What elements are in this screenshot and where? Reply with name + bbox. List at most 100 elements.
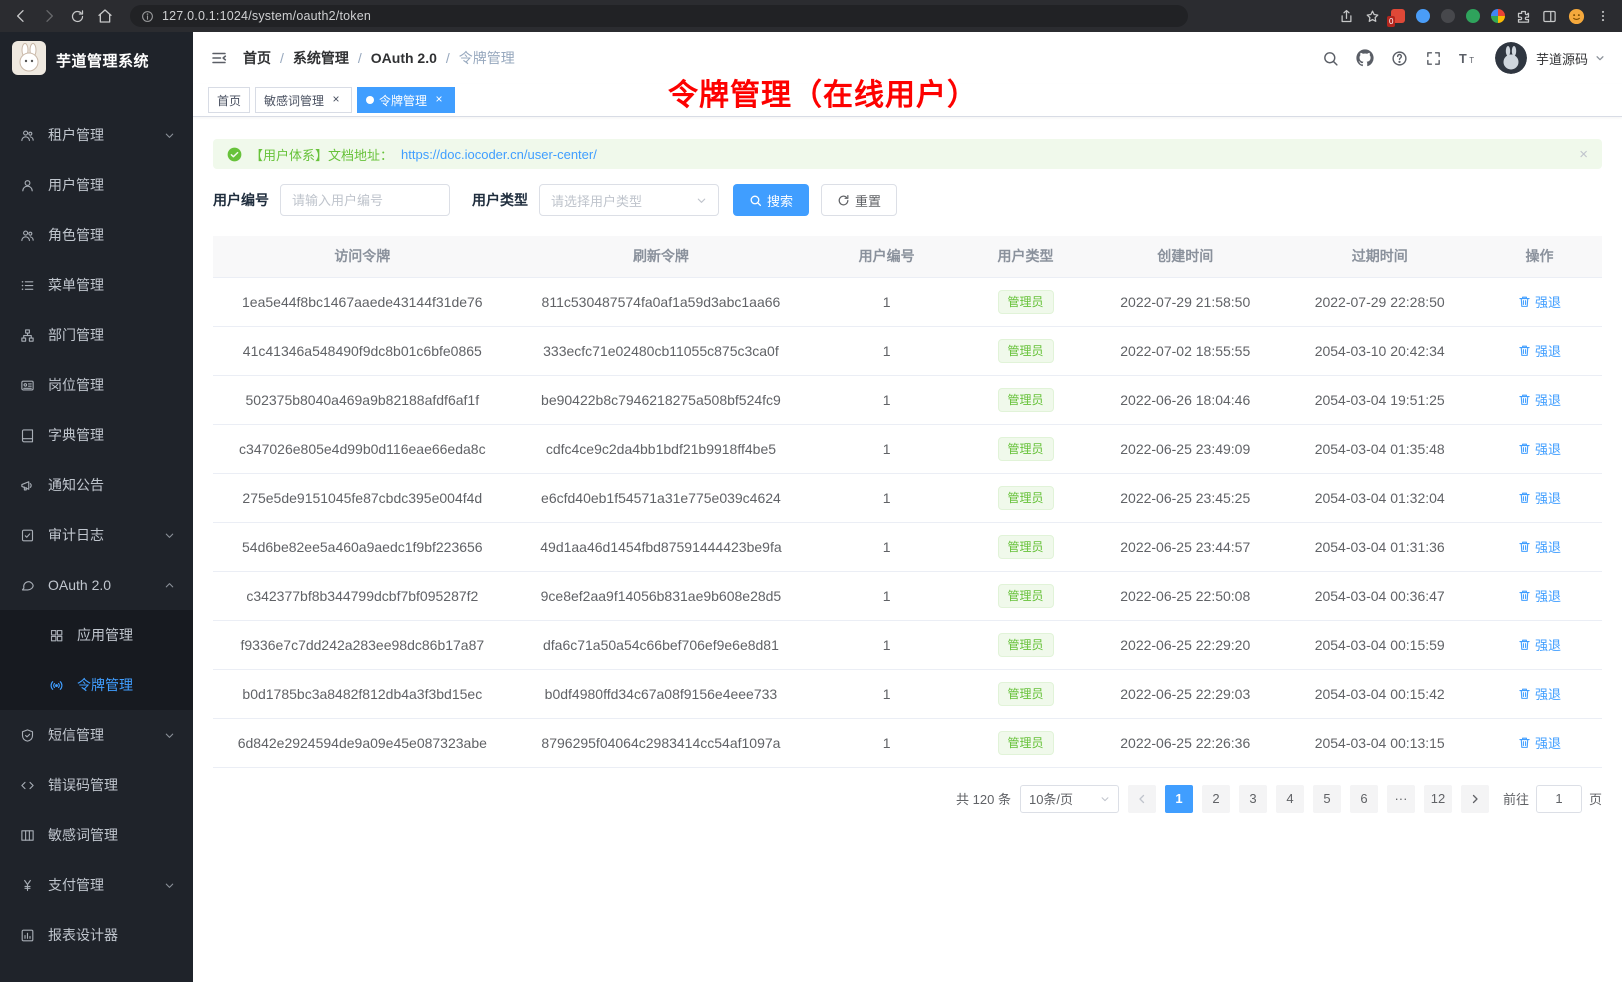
user-id: 1 (883, 441, 891, 457)
force-logout-button[interactable]: 强退 (1518, 488, 1561, 507)
expire-time: 2054-03-04 00:15:42 (1315, 686, 1445, 702)
access-token: f9336e7c7dd242a283ee98dc86b17a87 (240, 637, 484, 653)
help-icon[interactable] (1391, 50, 1408, 67)
profile-avatar[interactable] (1568, 8, 1585, 25)
user-type-tag: 管理员 (998, 682, 1054, 706)
access-token: 502375b8040a469a9b82188afdf6af1f (246, 392, 480, 408)
refresh-token: cdfc4ce9c2da4bb1bdf21b9918ff4be5 (546, 441, 776, 457)
sidebar-item-pay[interactable]: 支付管理 (0, 860, 193, 910)
sidebar-item-user[interactable]: 用户管理 (0, 160, 193, 210)
extension-blue-icon[interactable] (1416, 9, 1430, 23)
sidebar-item-notice[interactable]: 通知公告 (0, 460, 193, 510)
page-size-select[interactable]: 10条/页 (1020, 785, 1119, 813)
sidebar-toggle-icon[interactable] (210, 49, 228, 67)
extension-red-icon[interactable]: 0 (1391, 9, 1405, 23)
sidebar-item-sms[interactable]: 短信管理 (0, 710, 193, 760)
force-logout-button[interactable]: 强退 (1518, 439, 1561, 458)
page-ellipsis-button[interactable]: ··· (1387, 785, 1415, 813)
sidebar-item-dict[interactable]: 字典管理 (0, 410, 193, 460)
sidebar-item-report-designer[interactable]: 报表设计器 (0, 910, 193, 960)
reload-icon[interactable] (64, 3, 90, 29)
tab-label: 首页 (217, 92, 241, 109)
force-logout-button[interactable]: 强退 (1518, 635, 1561, 654)
alert-close-icon[interactable]: × (1579, 146, 1588, 163)
search-icon[interactable] (1322, 50, 1339, 67)
force-logout-button[interactable]: 强退 (1518, 733, 1561, 752)
bookmark-star-icon[interactable] (1365, 9, 1380, 24)
site-info-icon[interactable] (141, 10, 154, 23)
expire-time: 2054-03-04 19:51:25 (1315, 392, 1445, 408)
breadcrumb-item-0[interactable]: 首页 (243, 48, 271, 68)
sidebar-item-oauth2-token[interactable]: 令牌管理 (0, 660, 193, 710)
github-icon[interactable] (1356, 49, 1374, 67)
sidebar-item-oauth2[interactable]: OAuth 2.0 (0, 560, 193, 610)
prev-page-button[interactable] (1128, 785, 1156, 813)
tab-sensitive-word[interactable]: 敏感词管理× (255, 87, 352, 113)
total-count: 共 120 条 (956, 789, 1011, 808)
sidebar-item-sensitive-word[interactable]: 敏感词管理 (0, 810, 193, 860)
created-time: 2022-07-29 21:58:50 (1120, 294, 1250, 310)
sidebar-item-tenant[interactable]: 租户管理 (0, 110, 193, 160)
user-type-select[interactable]: 请选择用户类型 (539, 184, 719, 216)
tab-oauth2-token[interactable]: 令牌管理× (357, 87, 455, 113)
next-page-button[interactable] (1461, 785, 1489, 813)
page-button-3[interactable]: 3 (1239, 785, 1267, 813)
user-avatar[interactable] (1495, 42, 1527, 74)
page-button-1[interactable]: 1 (1165, 785, 1193, 813)
delete-icon (1518, 589, 1531, 602)
sidebar-item-dept[interactable]: 部门管理 (0, 310, 193, 360)
sidebar-item-label: 用户管理 (48, 175, 175, 195)
chevron-down-icon[interactable] (1595, 53, 1605, 63)
page-button-4[interactable]: 4 (1276, 785, 1304, 813)
access-token: 1ea5e44f8bc1467aaede43144f31de76 (242, 294, 483, 310)
page-button-5[interactable]: 5 (1313, 785, 1341, 813)
sidebar-item-menu[interactable]: 菜单管理 (0, 260, 193, 310)
font-size-icon[interactable]: TT (1459, 50, 1478, 67)
sidebar-item-post[interactable]: 岗位管理 (0, 360, 193, 410)
page-button-2[interactable]: 2 (1202, 785, 1230, 813)
extension-green-icon[interactable] (1466, 9, 1480, 23)
chevron-down-icon (696, 195, 707, 206)
fullscreen-icon[interactable] (1425, 50, 1442, 67)
shield-icon (20, 728, 37, 743)
sidebar-item-audit-log[interactable]: 审计日志 (0, 510, 193, 560)
sidebar-item-oauth2-app[interactable]: 应用管理 (0, 610, 193, 660)
column-header: 访问令牌 (213, 236, 512, 277)
user-id-input[interactable] (280, 184, 450, 216)
sidebar-item-label: 菜单管理 (48, 275, 175, 295)
extensions-puzzle-icon[interactable] (1516, 9, 1531, 24)
forward-icon[interactable] (36, 3, 62, 29)
breadcrumb-item-2[interactable]: OAuth 2.0 (371, 50, 437, 66)
page-content: 【用户体系】文档地址： https://doc.iocoder.cn/user-… (193, 117, 1622, 982)
tab-close-icon[interactable]: × (432, 93, 446, 107)
force-logout-button[interactable]: 强退 (1518, 537, 1561, 556)
force-logout-button[interactable]: 强退 (1518, 390, 1561, 409)
reset-button[interactable]: 重置 (821, 184, 897, 216)
page-button-12[interactable]: 12 (1424, 785, 1452, 813)
goto-page-input[interactable] (1536, 785, 1582, 813)
extension-dark-icon[interactable] (1441, 9, 1455, 23)
created-time: 2022-06-25 23:44:57 (1120, 539, 1250, 555)
address-bar[interactable]: 127.0.0.1:1024/system/oauth2/token (130, 5, 1188, 27)
side-panel-icon[interactable] (1542, 9, 1557, 24)
page-button-6[interactable]: 6 (1350, 785, 1378, 813)
breadcrumb-item-1[interactable]: 系统管理 (293, 48, 349, 68)
browser-menu-icon[interactable] (1596, 9, 1610, 23)
force-logout-button[interactable]: 强退 (1518, 586, 1561, 605)
user-name[interactable]: 芋道源码 (1536, 49, 1588, 68)
app-logo[interactable]: 芋道管理系统 (0, 32, 193, 88)
tab-close-icon[interactable]: × (329, 93, 343, 107)
sidebar-item-role[interactable]: 角色管理 (0, 210, 193, 260)
sidebar-item-error-code[interactable]: 错误码管理 (0, 760, 193, 810)
share-icon[interactable] (1339, 9, 1354, 24)
tab-home[interactable]: 首页 (208, 87, 250, 113)
extension-color-icon[interactable] (1491, 9, 1505, 23)
force-logout-button[interactable]: 强退 (1518, 292, 1561, 311)
delete-icon (1518, 491, 1531, 504)
home-icon[interactable] (92, 3, 118, 29)
force-logout-button[interactable]: 强退 (1518, 341, 1561, 360)
force-logout-button[interactable]: 强退 (1518, 684, 1561, 703)
search-button[interactable]: 搜索 (733, 184, 809, 216)
back-icon[interactable] (8, 3, 34, 29)
doc-link[interactable]: https://doc.iocoder.cn/user-center/ (401, 147, 597, 162)
